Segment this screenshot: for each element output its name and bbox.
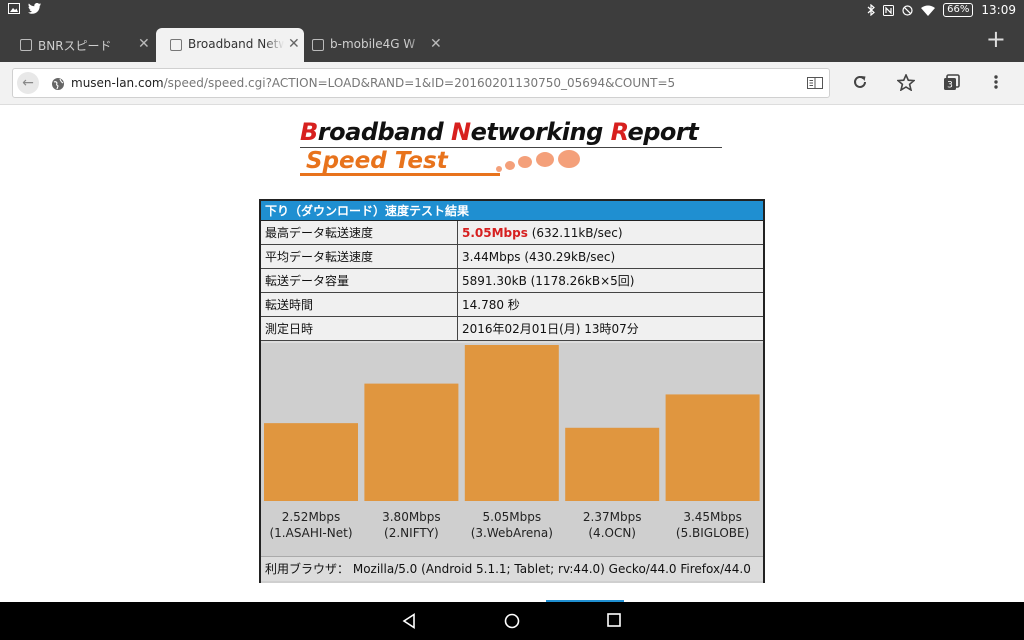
tab-strip: BNRスピード ✕ Broadband Netwo ✕ b-mobile4G W… bbox=[0, 22, 1024, 62]
row-value: 5891.30kB (1178.26kB×5回) bbox=[457, 268, 763, 293]
bar-4-ocn bbox=[565, 427, 660, 501]
bar-value-label: 2.52Mbps bbox=[281, 510, 341, 524]
do-not-disturb-icon bbox=[902, 4, 913, 16]
row-label: 最高データ転送速度 bbox=[261, 221, 458, 245]
logo-underline bbox=[300, 173, 500, 176]
logo-title: Broadband Networking Report bbox=[300, 118, 699, 146]
table-row: 最高データ転送速度 5.05Mbps (632.11kB/sec) bbox=[261, 221, 763, 245]
bnr-logo: Broadband Networking Report Speed Test bbox=[300, 118, 730, 180]
tab-favicon-placeholder bbox=[20, 39, 32, 51]
logo-dot bbox=[505, 161, 515, 170]
table-row: 測定日時 2016年02月01日(月) 13時07分 bbox=[261, 316, 763, 341]
nfc-icon bbox=[883, 4, 895, 16]
tab-favicon-placeholder bbox=[170, 39, 182, 51]
tab-favicon-placeholder bbox=[312, 39, 324, 51]
bar-3-webarena bbox=[464, 345, 559, 501]
tab-b-mobile[interactable]: b-mobile4G W ✕ bbox=[298, 28, 448, 62]
row-label: 平均データ転送速度 bbox=[261, 244, 458, 269]
browser-toolbar: ← musen-lan.com/speed/speed.cgi?ACTION=L… bbox=[0, 62, 1024, 105]
bar-value-label: 2.37Mbps bbox=[582, 510, 642, 524]
tab-broadband-networking[interactable]: Broadband Netwo ✕ bbox=[156, 28, 304, 62]
twitter-icon bbox=[28, 3, 41, 14]
reader-view-icon[interactable] bbox=[807, 75, 823, 94]
browser-info: 利用ブラウザ： Mozilla/5.0 (Android 5.1.1; Tabl… bbox=[261, 556, 763, 581]
gallery-icon bbox=[8, 3, 20, 14]
bar-label: 2.37Mbps (4.OCN) bbox=[562, 509, 662, 541]
result-table: 最高データ転送速度 5.05Mbps (632.11kB/sec) 平均データ転… bbox=[261, 221, 763, 341]
result-header: 下り（ダウンロード）速度テスト結果 bbox=[261, 201, 763, 221]
row-label: 測定日時 bbox=[261, 316, 458, 341]
back-arrow-icon[interactable]: ← bbox=[17, 72, 39, 94]
battery-level: 66% bbox=[943, 3, 974, 17]
bluetooth-icon bbox=[867, 4, 876, 16]
bar-label: 2.52Mbps (1.ASAHI-Net) bbox=[261, 509, 361, 541]
tabs-counter-icon[interactable]: 3 bbox=[943, 74, 961, 95]
close-icon[interactable]: ✕ bbox=[138, 36, 150, 52]
bar-label: 5.05Mbps (3.WebArena) bbox=[462, 509, 562, 541]
overflow-menu-icon[interactable] bbox=[993, 74, 999, 94]
bookmark-star-icon[interactable] bbox=[895, 73, 917, 95]
tab-title: Broadband Netwo bbox=[188, 37, 284, 51]
chart-svg bbox=[264, 345, 760, 501]
row-value: 5.05Mbps (632.11kB/sec) bbox=[457, 221, 763, 245]
browser-user-agent: Mozilla/5.0 (Android 5.1.1; Tablet; rv:4… bbox=[352, 562, 751, 576]
bar-label: 3.80Mbps (2.NIFTY) bbox=[361, 509, 461, 541]
tab-bnr-speed[interactable]: BNRスピード ✕ bbox=[6, 28, 156, 62]
tab-title: BNRスピード bbox=[38, 39, 112, 53]
bar-1-asahi-net bbox=[264, 423, 358, 501]
bar-category-label: (1.ASAHI-Net) bbox=[269, 526, 353, 540]
bar-category-label: (4.OCN) bbox=[588, 526, 636, 540]
wifi-icon bbox=[921, 5, 936, 16]
url-host: musen-lan.com bbox=[71, 76, 164, 90]
status-bar: 66% 13:09 bbox=[0, 0, 1024, 22]
row-value: 14.780 秒 bbox=[457, 292, 763, 317]
bar-category-label: (3.WebArena) bbox=[470, 526, 553, 540]
table-row: 転送データ容量 5891.30kB (1178.26kB×5回) bbox=[261, 268, 763, 293]
globe-icon bbox=[51, 76, 65, 95]
bar-category-label: (5.BIGLOBE) bbox=[675, 526, 750, 540]
bar-2-nifty bbox=[364, 383, 459, 501]
logo-dot bbox=[558, 150, 580, 168]
speed-bar-chart: 利用ブラウザ： Mozilla/5.0 (Android 5.1.1; Tabl… bbox=[261, 343, 763, 583]
row-value: 2016年02月01日(月) 13時07分 bbox=[457, 316, 763, 341]
logo-dot bbox=[496, 166, 502, 172]
clock: 13:09 bbox=[981, 3, 1016, 17]
url-path: /speed/speed.cgi?ACTION=LOAD&RAND=1&ID=2… bbox=[163, 76, 676, 90]
tab-title: b-mobile4G W bbox=[330, 37, 416, 51]
tab-count: 3 bbox=[947, 81, 953, 91]
row-value: 3.44Mbps (430.29kB/sec) bbox=[457, 244, 763, 269]
nav-home-icon[interactable] bbox=[504, 613, 520, 629]
max-speed-value: 5.05Mbps bbox=[462, 225, 528, 240]
result-panel: 下り（ダウンロード）速度テスト結果 最高データ転送速度 5.05Mbps (63… bbox=[259, 199, 765, 583]
bar-5-biglobe bbox=[665, 394, 760, 501]
bar-value-label: 3.80Mbps bbox=[382, 510, 441, 524]
nav-back-icon[interactable] bbox=[402, 613, 416, 629]
bar-category-label: (2.NIFTY) bbox=[384, 526, 439, 540]
row-label: 転送時間 bbox=[261, 292, 458, 317]
close-icon[interactable]: ✕ bbox=[430, 36, 442, 52]
row-label: 転送データ容量 bbox=[261, 268, 458, 293]
bar-value-label: 5.05Mbps bbox=[482, 510, 542, 524]
bar-label: 3.45Mbps (5.BIGLOBE) bbox=[663, 509, 763, 541]
logo-subtitle: Speed Test bbox=[306, 148, 448, 174]
url-text[interactable]: musen-lan.com/speed/speed.cgi?ACTION=LOA… bbox=[71, 76, 675, 90]
new-tab-plus-icon[interactable]: + bbox=[986, 27, 1006, 51]
address-bar[interactable]: ← musen-lan.com/speed/speed.cgi?ACTION=L… bbox=[12, 68, 830, 98]
table-row: 平均データ転送速度 3.44Mbps (430.29kB/sec) bbox=[261, 244, 763, 269]
bar-value-label: 3.45Mbps bbox=[683, 510, 742, 524]
nav-recents-icon[interactable] bbox=[607, 613, 621, 627]
logo-dot bbox=[518, 156, 532, 168]
table-row: 転送時間 14.780 秒 bbox=[261, 292, 763, 317]
android-nav-bar bbox=[0, 602, 1024, 640]
browser-label: 利用ブラウザ： bbox=[265, 562, 350, 576]
logo-dot bbox=[536, 152, 554, 167]
reload-icon[interactable] bbox=[852, 74, 868, 94]
